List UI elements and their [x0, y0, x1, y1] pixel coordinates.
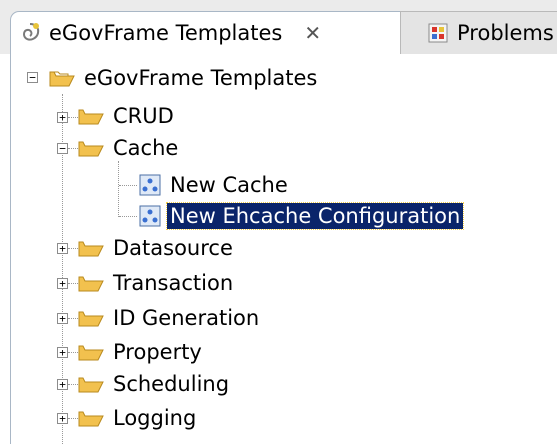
- tree-folder-transaction[interactable]: Transaction: [78, 267, 236, 299]
- open-folder-icon: [78, 138, 104, 158]
- tree-root-egovframe-templates[interactable]: eGovFrame Templates: [49, 62, 320, 94]
- folder-icon: [78, 408, 104, 428]
- tree-folder-crud[interactable]: CRUD: [78, 100, 177, 132]
- tree-label: CRUD: [113, 104, 174, 128]
- collapse-toggle[interactable]: −: [57, 143, 68, 154]
- collapse-toggle[interactable]: −: [27, 72, 38, 83]
- tab-problems[interactable]: Problems: [400, 11, 557, 54]
- tree-label: Scheduling: [113, 372, 230, 396]
- tree-label: Transaction: [113, 271, 234, 295]
- tree-folder-logging[interactable]: Logging: [78, 402, 199, 434]
- expand-toggle[interactable]: +: [57, 278, 68, 289]
- tree-folder-property[interactable]: Property: [78, 336, 205, 368]
- folder-icon: [78, 308, 104, 328]
- folder-icon: [78, 374, 104, 394]
- expand-toggle[interactable]: +: [57, 379, 68, 390]
- tree-label: New Cache: [170, 173, 288, 197]
- tree-label: Datasource: [113, 236, 233, 260]
- tree-folder-cache[interactable]: Cache: [78, 132, 181, 164]
- tree-label: Logging: [113, 406, 197, 430]
- expand-toggle[interactable]: +: [57, 112, 68, 123]
- tab-egovframe-templates[interactable]: eGovFrame Templates ✕: [10, 11, 415, 54]
- expand-toggle[interactable]: +: [57, 243, 68, 254]
- expand-toggle[interactable]: +: [57, 313, 68, 324]
- tree-connector: [119, 216, 137, 217]
- expand-toggle[interactable]: +: [57, 413, 68, 424]
- tree-item-new-cache[interactable]: New Cache: [139, 169, 291, 201]
- tree-label: New Ehcache Configuration: [165, 202, 465, 230]
- folder-icon: [78, 273, 104, 293]
- template-file-icon: [139, 174, 161, 196]
- tab-label: Problems: [457, 21, 554, 45]
- template-swirl-icon: [19, 22, 41, 44]
- tree-label: ID Generation: [113, 306, 260, 330]
- problems-icon: [427, 22, 449, 44]
- tree-connector: [118, 161, 119, 217]
- view-tab-bar: eGovFrame Templates ✕ Problems: [0, 0, 557, 54]
- tab-label: eGovFrame Templates: [49, 21, 283, 45]
- template-file-icon: [139, 205, 161, 227]
- expand-toggle[interactable]: +: [57, 347, 68, 358]
- tree-folder-scheduling[interactable]: Scheduling: [78, 368, 232, 400]
- folder-icon: [78, 238, 104, 258]
- tree-label: eGovFrame Templates: [84, 66, 318, 90]
- tree-label: Property: [113, 340, 202, 364]
- tree-folder-datasource[interactable]: Datasource: [78, 232, 236, 264]
- folder-icon: [78, 342, 104, 362]
- tree-label: Cache: [113, 136, 179, 160]
- folder-icon: [78, 106, 104, 126]
- tree-folder-id-generation[interactable]: ID Generation: [78, 302, 262, 334]
- close-icon[interactable]: ✕: [304, 21, 321, 45]
- tree-connector: [119, 185, 137, 186]
- tree-item-new-ehcache-configuration[interactable]: New Ehcache Configuration: [139, 200, 465, 232]
- open-folder-icon: [49, 68, 75, 88]
- template-tree: − eGovFrame Templates + CRUD − Cache New…: [10, 54, 557, 444]
